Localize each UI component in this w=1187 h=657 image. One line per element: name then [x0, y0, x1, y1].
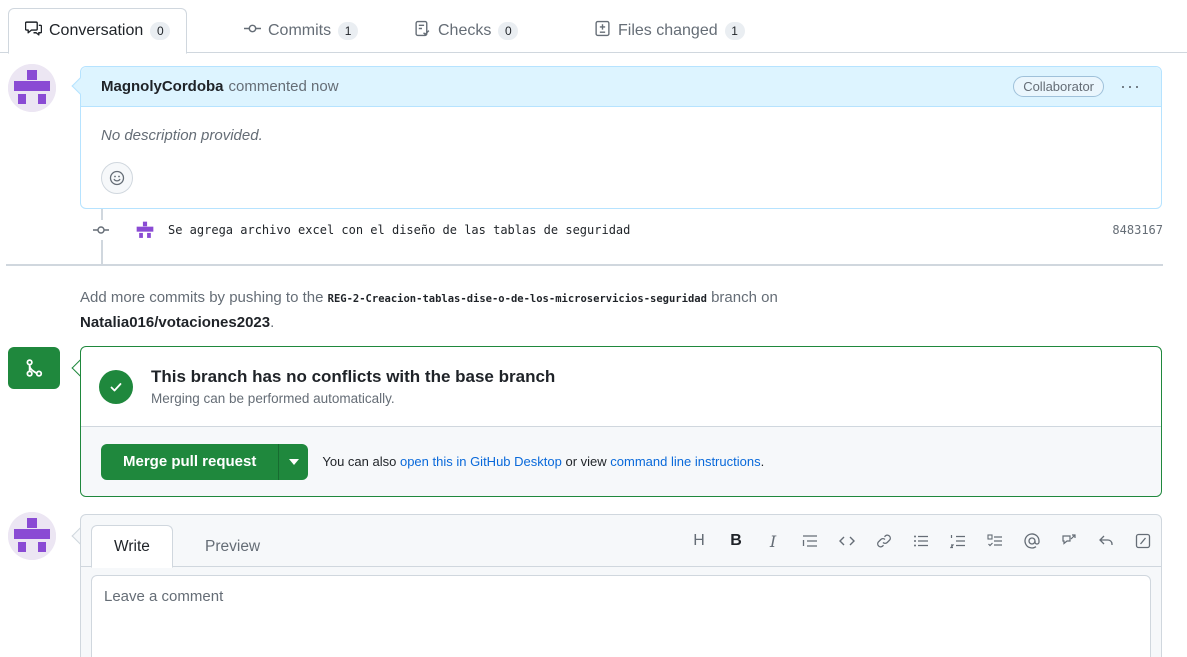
identicon-icon — [8, 512, 56, 560]
markdown-toolbar: H B I — [689, 531, 1153, 551]
identicon-icon — [8, 64, 56, 112]
merge-status: This branch has no conflicts with the ba… — [81, 347, 1161, 427]
comment-discussion-icon — [24, 20, 43, 42]
merge-status-subtitle: Merging can be performed automatically. — [151, 391, 395, 406]
comment-author[interactable]: MagnolyCordoba — [101, 78, 224, 95]
comment-textarea[interactable]: Leave a comment — [91, 575, 1151, 657]
push-info-text: Add more commits by pushing to the REG-2… — [80, 286, 1160, 335]
commit-author-avatar[interactable] — [134, 220, 156, 240]
write-tab[interactable]: Write — [91, 525, 173, 568]
command-line-instructions-link[interactable]: command line instructions — [610, 454, 760, 469]
commit-row: Se agrega archivo excel con el diseño de… — [88, 218, 1163, 242]
tab-label: Conversation — [49, 22, 144, 39]
info-prefix: Add more commits by pushing to the — [80, 289, 324, 306]
merge-pull-request-button[interactable]: Merge pull request — [101, 443, 279, 480]
smiley-icon — [109, 170, 125, 186]
checklist-icon — [414, 20, 431, 42]
tab-label: Files changed — [618, 21, 718, 39]
comment-header: MagnolyCordoba commented now Collaborato… — [81, 67, 1161, 107]
hint-end: . — [760, 454, 765, 469]
tab-counter: 1 — [724, 21, 745, 40]
preview-tab[interactable]: Preview — [183, 525, 282, 568]
comment-body: No description provided. — [81, 107, 1161, 214]
merge-method-dropdown[interactable] — [278, 443, 309, 480]
file-diff-icon — [594, 20, 611, 42]
tab-counter: 0 — [498, 21, 519, 40]
commit-message[interactable]: Se agrega archivo excel con el diseño de… — [168, 223, 630, 237]
open-desktop-link[interactable]: open this in GitHub Desktop — [400, 454, 562, 469]
git-commit-icon — [88, 220, 114, 240]
tab-counter: 0 — [150, 22, 171, 40]
collaborator-badge: Collaborator — [1013, 76, 1105, 97]
timeline-divider — [6, 264, 1163, 266]
merge-status-title: This branch has no conflicts with the ba… — [151, 367, 556, 386]
kebab-menu-icon[interactable]: ··· — [1120, 76, 1141, 97]
branch-name: REG-2-Creacion-tablas-dise-o-de-los-micr… — [327, 293, 707, 305]
tab-counter: 1 — [338, 21, 359, 40]
tab-files-changed[interactable]: Files changed 1 — [578, 8, 761, 53]
comment-editor: Write Preview H B I Leave a comment — [80, 514, 1162, 657]
link-icon[interactable] — [874, 531, 894, 551]
git-commit-icon — [244, 20, 261, 42]
ordered-list-icon[interactable] — [948, 531, 968, 551]
merge-button-group: Merge pull request — [101, 443, 309, 480]
hint-also: You can also — [322, 454, 397, 469]
quote-icon[interactable] — [800, 531, 820, 551]
tab-conversation[interactable]: Conversation 0 — [8, 8, 188, 54]
editor-tab-bar: Write Preview H B I — [81, 515, 1161, 568]
tab-commits[interactable]: Commits 1 — [228, 8, 374, 53]
merge-hint: You can also open this in GitHub Desktop… — [322, 454, 764, 469]
info-suffix: branch on — [711, 289, 778, 306]
slash-commands-icon[interactable] — [1133, 531, 1153, 551]
pr-tab-bar: Conversation 0 Commits 1 Checks 0 Files … — [0, 0, 1187, 54]
tab-label: Commits — [268, 21, 332, 39]
comment-timestamp[interactable]: commented now — [229, 78, 339, 95]
triangle-down-icon — [288, 458, 299, 465]
tab-checks[interactable]: Checks 0 — [398, 8, 534, 53]
merge-actions: Merge pull request You can also open thi… — [81, 427, 1161, 496]
avatar[interactable] — [8, 64, 56, 112]
hint-or: or view — [565, 454, 607, 469]
comment-description: No description provided. — [101, 127, 263, 144]
merge-box: This branch has no conflicts with the ba… — [80, 346, 1162, 497]
info-end: . — [270, 314, 275, 331]
add-reaction-button[interactable] — [101, 162, 133, 194]
bold-icon[interactable]: B — [726, 531, 746, 551]
pr-description-comment: MagnolyCordoba commented now Collaborato… — [80, 66, 1162, 209]
cross-reference-icon[interactable] — [1059, 531, 1079, 551]
unordered-list-icon[interactable] — [911, 531, 931, 551]
commit-sha[interactable]: 8483167 — [1112, 223, 1163, 237]
heading-icon[interactable]: H — [689, 531, 709, 551]
current-user-avatar[interactable] — [8, 512, 56, 560]
italic-icon[interactable]: I — [763, 531, 783, 551]
tab-label: Checks — [438, 21, 492, 39]
reply-icon[interactable] — [1096, 531, 1116, 551]
code-icon[interactable] — [837, 531, 857, 551]
git-merge-icon — [8, 347, 60, 389]
check-circle-icon — [99, 369, 133, 404]
task-list-icon[interactable] — [985, 531, 1005, 551]
repo-name: Natalia016/votaciones2023 — [80, 314, 271, 331]
mention-icon[interactable] — [1022, 531, 1042, 551]
